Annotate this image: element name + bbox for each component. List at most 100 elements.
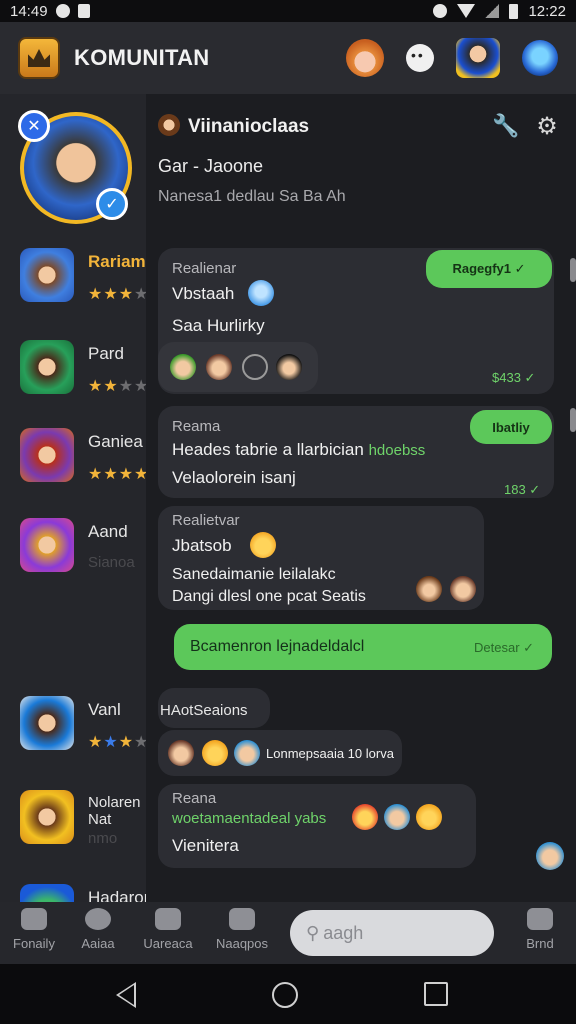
message-bubble[interactable]: Realietvar Jbatsob Sanedaimanie leilalak… (158, 506, 484, 610)
bird-icon (229, 908, 255, 930)
chat-avatar-icon (158, 114, 180, 136)
wrench-icon[interactable]: 🔧 (492, 114, 519, 138)
bird-avatar-icon[interactable] (522, 40, 558, 76)
outgoing-message[interactable]: Bcamenron lejnadeldalcl Detesar ✓ (174, 624, 552, 670)
nav-label: Uareaca (143, 936, 193, 951)
message-text: Dangi dlesl one pcat Seatis (172, 588, 366, 605)
mail-icon (527, 908, 553, 930)
message-time: $433 ✓ (492, 370, 536, 385)
nav-item-fonaily[interactable]: Fonaily (4, 908, 64, 960)
nav-item-uareaca[interactable]: Uareaca (138, 908, 198, 960)
sidebar-game-item[interactable]: Aand Sianoa (20, 518, 146, 578)
game-icon (20, 248, 74, 302)
character-emoji-icon[interactable] (206, 354, 232, 380)
character-emoji-icon[interactable] (170, 354, 196, 380)
game-icon (20, 790, 74, 844)
sd-card-icon (77, 4, 90, 18)
character-emoji-icon (234, 740, 260, 766)
sidebar-game-item[interactable]: Rariama ★★★★ (20, 248, 146, 308)
game-sidebar: ✕ ✓ Rariama ★★★★ Pard ★★★★ Ganiea ★★★★ A… (0, 94, 146, 902)
app-logo-icon[interactable] (18, 37, 60, 79)
floating-avatar-icon[interactable] (536, 842, 564, 870)
game-name: Rariama (88, 252, 146, 271)
hero-avatar-icon[interactable] (456, 38, 500, 78)
message-text-highlight: hdoebss (368, 442, 426, 459)
message-text-main: Heades tabrie a llarbician (172, 440, 364, 459)
nav-label: Naaqpos (215, 936, 269, 951)
status-clock: 12:22 (528, 2, 566, 20)
message-time: Detesar ✓ (474, 640, 535, 655)
clock-emoji-icon[interactable] (242, 354, 268, 380)
message-bubble[interactable]: Reama Heades tabrie a llarbician hdoebss… (158, 406, 554, 498)
status-bar: 14:49 12:22 (0, 0, 576, 22)
game-subtitle: Sianoa (88, 554, 135, 571)
game-name: Ganiea (88, 432, 143, 451)
message-bubble[interactable]: Lonmepsaaia 10 lorva (158, 730, 402, 776)
message-sender: Realienar (172, 260, 237, 277)
nav-label: Brnd (526, 936, 554, 951)
friend-avatar-icon[interactable] (346, 39, 384, 77)
outgoing-text: Bcamenron lejnadeldalcl (190, 638, 365, 655)
system-nav-bar (0, 964, 576, 1024)
message-time: 183 ✓ (504, 482, 541, 497)
game-rating: ★★★★ (88, 286, 146, 303)
game-icon (20, 884, 74, 902)
trophy-emoji-icon (202, 740, 228, 766)
sidebar-game-item[interactable]: Hadaron (20, 884, 146, 902)
reaction-pill[interactable]: Ragegfy1 ✓ (426, 250, 552, 288)
sidebar-game-item[interactable]: Nolaren Nat nmo (20, 790, 146, 850)
sidebar-game-item[interactable]: Pard ★★★★ (20, 340, 146, 400)
home-button[interactable] (272, 982, 298, 1008)
character-emoji-icon (416, 804, 442, 830)
search-input[interactable]: ⚲ aagh (290, 910, 494, 956)
reaction-tray[interactable] (158, 342, 318, 392)
alarm-icon (433, 4, 448, 18)
wifi-icon (457, 4, 476, 18)
game-icon (20, 340, 74, 394)
more-options-icon[interactable] (406, 44, 434, 72)
search-icon: ⚲ (306, 922, 320, 943)
nav-label: Fonaily (13, 936, 55, 951)
nav-item-naaqpos[interactable]: Naaqpos (212, 908, 272, 960)
map-icon (21, 908, 47, 930)
chat-icon (155, 908, 181, 930)
recents-button[interactable] (424, 982, 448, 1006)
nav-item-aaiaa[interactable]: Aaiaa (68, 908, 128, 960)
scrollbar-handle[interactable] (570, 408, 576, 432)
game-name: Nolaren Nat (88, 794, 141, 828)
message-text: Sanedaimanie leilalakc (172, 566, 336, 583)
scrollbar-handle[interactable] (570, 258, 576, 282)
badge-tools-icon[interactable]: ✕ (18, 110, 50, 142)
app-title: KOMUNITAN (74, 45, 210, 70)
game-rating: ★★★★ (88, 466, 146, 483)
reaction-pill[interactable]: Ibatliy (470, 410, 552, 444)
message-bubble[interactable]: HAotSeaions (158, 688, 270, 728)
sidebar-game-item[interactable]: Vanl ★★★★ (20, 696, 146, 756)
character-emoji-icon (168, 740, 194, 766)
game-name: Hadaron (88, 888, 146, 902)
chat-name: Viinanioclaas (188, 116, 310, 137)
nav-item-brnd[interactable]: Brnd (510, 908, 570, 960)
game-icon (20, 518, 74, 572)
game-rating: ★★★★ (88, 378, 146, 395)
message-bubble[interactable]: Reana woetamaentadeal yabs Vienitera (158, 784, 476, 868)
message-text: Vienitera (172, 836, 239, 855)
signal-icon (485, 4, 500, 18)
message-text: Heades tabrie a llarbician hdoebss (172, 440, 425, 460)
back-button[interactable] (116, 982, 136, 1008)
verified-check-icon: ✓ (96, 188, 128, 220)
game-subtitle: nmo (88, 830, 118, 847)
game-name: Aand (88, 522, 128, 541)
smile-emoji-icon (250, 532, 276, 558)
game-icon (20, 428, 74, 482)
sidebar-game-item[interactable]: Ganiea ★★★★ (20, 428, 146, 488)
message-text-highlight: woetamaentadeal yabs (172, 810, 327, 827)
chat-subtitle: Gar - Jaoone (158, 156, 264, 176)
gear-icon[interactable]: ⚙ (534, 114, 560, 140)
app-bar: KOMUNITAN (0, 22, 576, 94)
message-text: Lonmepsaaia 10 lorva (266, 746, 394, 761)
character-emoji-icon (416, 576, 442, 602)
character-emoji-icon[interactable] (276, 354, 302, 380)
battery-icon (509, 3, 519, 19)
notification-icon (55, 4, 70, 18)
